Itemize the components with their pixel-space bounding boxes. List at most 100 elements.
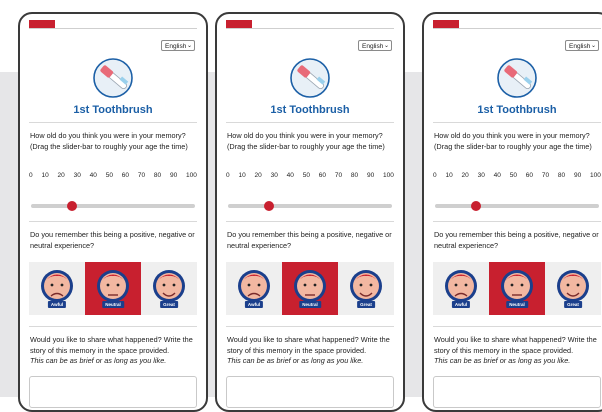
divider	[226, 221, 394, 222]
experience-option-label: Neutral	[299, 301, 321, 308]
story-question: Would you like to share what happened? W…	[30, 335, 193, 355]
age-slider-handle[interactable]	[470, 201, 481, 211]
experience-option-great[interactable]: Great	[141, 262, 197, 315]
age-question: How old do you think you were in your me…	[30, 131, 188, 151]
age-tick-label: 30	[73, 172, 81, 179]
experience-question: Do you remember this being a positive, n…	[227, 230, 392, 250]
language-select-value: English	[362, 43, 384, 50]
age-tick-labels: 0 10 20 30 40 50 60 70 80 90 100	[29, 172, 197, 179]
age-tick-label: 50	[509, 172, 517, 179]
age-question: How old do you think you were in your me…	[227, 131, 385, 151]
phone-screen-1: English ⌄ 1st Toothbrush How old do you …	[18, 12, 208, 412]
age-tick-label: 20	[57, 172, 65, 179]
experience-option-neutral[interactable]: Neutral	[489, 262, 545, 315]
chevron-down-icon: ⌄	[590, 43, 596, 49]
age-tick-label: 70	[541, 172, 550, 179]
divider	[29, 326, 197, 327]
age-tick-label: 80	[153, 172, 162, 179]
story-hint: This can be as brief or as long as you l…	[30, 356, 167, 365]
age-tick-label: 90	[573, 172, 582, 179]
age-tick-label: 30	[270, 172, 278, 179]
age-tick-label: 30	[477, 172, 485, 179]
toothbrush-icon	[290, 58, 330, 98]
story-textarea[interactable]	[433, 376, 601, 408]
page-title: 1st Toothbrush	[477, 104, 557, 116]
age-tick-label: 60	[121, 172, 129, 179]
story-textarea[interactable]	[29, 376, 197, 408]
experience-option-label: Neutral	[102, 301, 124, 308]
experience-option-great[interactable]: Great	[338, 262, 394, 315]
age-tick-label: 80	[350, 172, 359, 179]
divider	[29, 122, 197, 123]
experience-options: Awful Neutral Great	[29, 262, 197, 315]
age-tick-label: 20	[254, 172, 262, 179]
age-tick-label: 10	[445, 172, 453, 179]
age-tick-label: 70	[334, 172, 343, 179]
story-textarea[interactable]	[226, 376, 394, 408]
progress-track	[226, 28, 394, 29]
experience-question: Do you remember this being a positive, n…	[434, 230, 599, 250]
experience-option-neutral[interactable]: Neutral	[85, 262, 141, 315]
age-tick-label: 100	[383, 172, 394, 179]
age-tick-label: 50	[105, 172, 113, 179]
age-tick-label: 90	[169, 172, 178, 179]
experience-option-label: Awful	[47, 301, 67, 308]
age-slider[interactable]	[228, 201, 392, 211]
age-tick-labels: 0 10 20 30 40 50 60 70 80 90 100	[226, 172, 394, 179]
language-select[interactable]: English ⌄	[565, 40, 599, 51]
divider	[433, 326, 601, 327]
age-slider[interactable]	[31, 201, 195, 211]
age-tick-label: 10	[238, 172, 246, 179]
language-select[interactable]: English ⌄	[358, 40, 392, 51]
age-question: How old do you think you were in your me…	[434, 131, 592, 151]
age-tick-label: 100	[186, 172, 197, 179]
experience-options: Awful Neutral Great	[226, 262, 394, 315]
age-tick-label: 50	[302, 172, 310, 179]
language-select[interactable]: English ⌄	[161, 40, 195, 51]
survey-card: English ⌄ 1st Toothbrush How old do you …	[29, 14, 197, 410]
progress-tab	[29, 20, 55, 28]
divider	[226, 122, 394, 123]
divider	[29, 221, 197, 222]
age-tick-label: 0	[226, 172, 230, 179]
experience-option-label: Awful	[244, 301, 264, 308]
story-question: Would you like to share what happened? W…	[434, 335, 597, 355]
experience-option-label: Great	[160, 301, 178, 308]
progress-track	[433, 28, 601, 29]
age-tick-label: 90	[366, 172, 375, 179]
age-tick-label: 0	[29, 172, 33, 179]
age-tick-label: 100	[590, 172, 601, 179]
age-tick-label: 0	[433, 172, 437, 179]
language-select-value: English	[569, 43, 591, 50]
survey-card: English ⌄ 1st Toothbrush How old do you …	[433, 14, 601, 410]
phone-screen-2: English ⌄ 1st Toothbrush How old do you …	[215, 12, 405, 412]
toothbrush-icon	[497, 58, 537, 98]
divider	[433, 221, 601, 222]
divider	[226, 326, 394, 327]
survey-card: English ⌄ 1st Toothbrush How old do you …	[226, 14, 394, 410]
chevron-down-icon: ⌄	[186, 43, 192, 49]
experience-option-label: Neutral	[506, 301, 528, 308]
age-slider-handle[interactable]	[66, 201, 77, 211]
age-tick-label: 40	[89, 172, 97, 179]
age-tick-label: 20	[461, 172, 469, 179]
age-tick-label: 80	[557, 172, 566, 179]
experience-option-label: Awful	[451, 301, 471, 308]
age-slider[interactable]	[435, 201, 599, 211]
experience-question: Do you remember this being a positive, n…	[30, 230, 195, 250]
age-slider-handle[interactable]	[263, 201, 274, 211]
experience-options: Awful Neutral Great	[433, 262, 601, 315]
experience-option-label: Great	[564, 301, 582, 308]
age-tick-label: 70	[137, 172, 146, 179]
page-title: 1st Toothbrush	[73, 104, 153, 116]
toothbrush-icon	[93, 58, 133, 98]
story-question: Would you like to share what happened? W…	[227, 335, 390, 355]
experience-option-awful[interactable]: Awful	[433, 262, 489, 315]
age-tick-label: 60	[318, 172, 326, 179]
experience-option-neutral[interactable]: Neutral	[282, 262, 338, 315]
experience-option-awful[interactable]: Awful	[29, 262, 85, 315]
experience-option-awful[interactable]: Awful	[226, 262, 282, 315]
language-select-value: English	[165, 43, 187, 50]
chevron-down-icon: ⌄	[383, 43, 389, 49]
experience-option-great[interactable]: Great	[545, 262, 601, 315]
